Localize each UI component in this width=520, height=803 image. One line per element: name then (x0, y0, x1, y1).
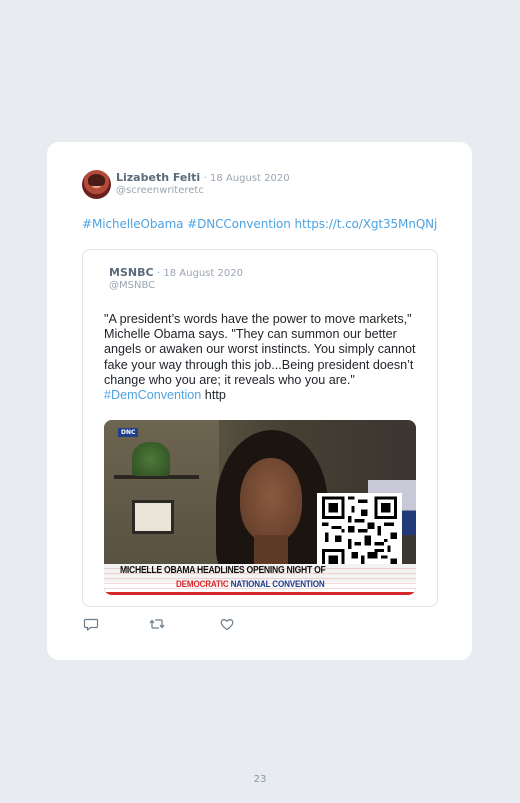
lower-third-headline: MICHELLE OBAMA HEADLINES OPENING NIGHT O… (120, 565, 326, 576)
tweet-card: Lizabeth Felti · 18 August 2020 @screenw… (47, 142, 472, 660)
author-handle[interactable]: @screenwriteretc (116, 185, 204, 196)
tweet-url-link[interactable]: https://t.co/Xgt35MnQNj (295, 217, 438, 231)
quoted-text-tail: http (201, 388, 226, 403)
page-number: 23 (253, 774, 267, 785)
lower-third-democratic: DEMOCRATIC (176, 579, 231, 589)
reply-icon[interactable] (83, 616, 99, 632)
author-name[interactable]: Lizabeth Felti (116, 171, 200, 184)
lower-third-bar (104, 592, 416, 595)
picture-frame (132, 500, 174, 534)
quoted-author-handle[interactable]: @MSNBC (109, 280, 155, 291)
quoted-text: "A president’s words have the power to m… (104, 312, 416, 403)
hashtag-link[interactable]: #MichelleObama (82, 217, 187, 231)
hashtag-link[interactable]: #DNCConvention (187, 217, 294, 231)
retweet-icon[interactable] (149, 616, 165, 632)
author-line: Lizabeth Felti · 18 August 2020 (116, 171, 290, 184)
heart-icon[interactable] (219, 616, 235, 632)
speaker-face (240, 458, 302, 542)
news-lower-third: MICHELLE OBAMA HEADLINES OPENING NIGHT O… (104, 564, 416, 595)
lower-third-national-convention: NATIONAL CONVENTION (230, 579, 325, 589)
quoted-media-image[interactable]: DNC MICHELLE OBAMA HEADLINES OPENING NIG… (104, 420, 416, 595)
tweet-date[interactable]: · 18 August 2020 (204, 173, 290, 184)
tweet-text: #MichelleObama #DNCConvention https://t.… (82, 217, 437, 231)
speaker-neck (254, 535, 288, 565)
author-avatar[interactable] (82, 170, 111, 199)
quoted-date[interactable]: · 18 August 2020 (157, 268, 243, 279)
quoted-author-line: MSNBC · 18 August 2020 (109, 266, 243, 279)
quoted-body: "A president’s words have the power to m… (104, 312, 416, 387)
lower-third-subline: DEMOCRATIC NATIONAL CONVENTION (176, 579, 325, 589)
plant (132, 442, 170, 476)
quoted-tweet[interactable]: MSNBC · 18 August 2020 @MSNBC "A preside… (82, 249, 438, 607)
quoted-author-name[interactable]: MSNBC (109, 266, 154, 279)
qr-code (317, 493, 402, 575)
network-badge: DNC (118, 428, 139, 437)
quoted-hashtag-link[interactable]: #DemConvention (104, 388, 201, 402)
